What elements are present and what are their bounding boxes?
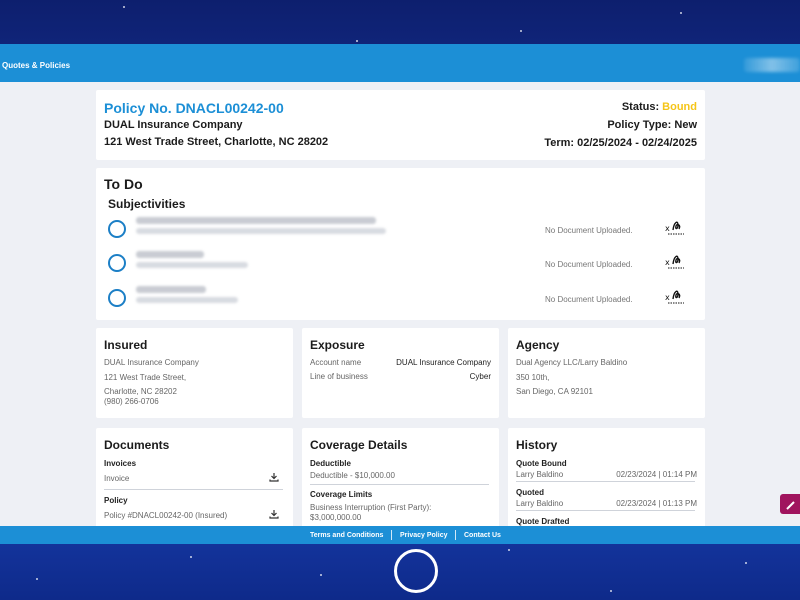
divider [104, 489, 283, 490]
subjectivity-item: No Document Uploaded. x [108, 283, 698, 313]
subjectivity-text-redacted [136, 217, 376, 224]
history-title: History [516, 438, 558, 452]
complete-checkbox[interactable] [108, 254, 126, 272]
top-navigation-bar: Quotes & Policies [0, 44, 800, 82]
home-button[interactable] [394, 549, 438, 593]
footer-separator [391, 530, 392, 540]
policy-number: Policy No. DNACL00242-00 [104, 100, 284, 116]
history-user: Larry Baldino [516, 499, 564, 508]
svg-text:x: x [665, 293, 670, 302]
subjectivity-desc-redacted [136, 262, 248, 268]
document-status: No Document Uploaded. [545, 295, 633, 304]
pencil-icon [786, 501, 795, 510]
nav-quotes-policies[interactable]: Quotes & Policies [2, 61, 70, 70]
deductible-value: Deductible - $10,000.00 [310, 471, 395, 480]
documents-title: Documents [104, 438, 170, 452]
history-event: Quoted [516, 488, 544, 497]
history-user: Larry Baldino [516, 470, 564, 479]
agency-title: Agency [516, 338, 560, 352]
agency-city: San Diego, CA 92101 [516, 387, 593, 396]
signature-icon[interactable]: x [664, 250, 686, 272]
history-card: History Quote Bound Larry Baldino 02/23/… [508, 428, 705, 526]
subjectivity-item: No Document Uploaded. x [108, 248, 698, 278]
insured-street: 121 West Trade Street, [104, 373, 187, 382]
complete-checkbox[interactable] [108, 220, 126, 238]
account-name-label: Account name [310, 358, 362, 367]
todo-card: To Do Subjectivities No Document Uploade… [96, 168, 705, 320]
status-badge: Bound [662, 101, 697, 113]
line-of-business-value: Cyber [469, 372, 491, 381]
signature-icon[interactable]: x [664, 216, 686, 238]
policy-status: Status: Bound [622, 101, 697, 113]
coverage-limit-label: Business Interruption (First Party): [310, 503, 432, 512]
invoice-link[interactable]: Invoice [104, 474, 129, 483]
subjectivity-desc-redacted [136, 228, 386, 234]
insured-card: Insured DUAL Insurance Company 121 West … [96, 328, 293, 418]
history-timestamp: 02/23/2024 | 01:13 PM [616, 499, 697, 508]
download-icon[interactable] [269, 509, 279, 519]
footer-separator [455, 530, 456, 540]
coverage-limit-value: $3,000,000.00 [310, 513, 362, 522]
status-label: Status: [621, 101, 663, 113]
divider [310, 484, 489, 485]
policy-heading: Policy [104, 496, 128, 505]
agency-street: 350 10th, [516, 373, 550, 382]
exposure-card: Exposure Account name DUAL Insurance Com… [302, 328, 499, 418]
account-name-value: DUAL Insurance Company [396, 358, 491, 367]
terms-link[interactable]: Terms and Conditions [310, 532, 383, 539]
subjectivity-text-redacted [136, 286, 206, 293]
brand-logo[interactable] [744, 58, 800, 72]
deductible-heading: Deductible [310, 459, 351, 468]
privacy-link[interactable]: Privacy Policy [400, 532, 447, 539]
contact-link[interactable]: Contact Us [464, 532, 501, 539]
complete-checkbox[interactable] [108, 289, 126, 307]
insured-city: Charlotte, NC 28202 [104, 387, 177, 396]
subjectivity-desc-redacted [136, 297, 238, 303]
agency-name: Dual Agency LLC/Larry Baldino [516, 358, 628, 367]
document-status: No Document Uploaded. [545, 226, 633, 235]
insured-phone: (980) 266-0706 [104, 397, 159, 406]
policy-address: 121 West Trade Street, Charlotte, NC 282… [104, 136, 329, 148]
coverage-details-card: Coverage Details Deductible Deductible -… [302, 428, 499, 526]
subjectivity-item: No Document Uploaded. x [108, 214, 698, 244]
agency-card: Agency Dual Agency LLC/Larry Baldino 350… [508, 328, 705, 418]
signature-icon[interactable]: x [664, 285, 686, 307]
todo-title: To Do [104, 176, 143, 192]
svg-text:x: x [665, 258, 670, 267]
policy-company: DUAL Insurance Company [104, 119, 243, 131]
exposure-title: Exposure [310, 338, 365, 352]
documents-card: Documents Invoices Invoice Policy Policy… [96, 428, 293, 526]
svg-text:x: x [665, 224, 670, 233]
insured-title: Insured [104, 338, 148, 352]
main-content: Policy No. DNACL00242-00 DUAL Insurance … [0, 82, 800, 526]
divider [516, 510, 695, 511]
edit-button[interactable] [780, 494, 800, 514]
invoices-heading: Invoices [104, 459, 137, 468]
policy-term: Term: 02/25/2024 - 02/24/2025 [544, 137, 697, 149]
document-status: No Document Uploaded. [545, 260, 633, 269]
policy-header-card: Policy No. DNACL00242-00 DUAL Insurance … [96, 90, 705, 160]
history-timestamp: 02/23/2024 | 01:14 PM [616, 470, 697, 479]
policy-type: Policy Type: New [607, 119, 697, 131]
subjectivities-heading: Subjectivities [108, 197, 186, 211]
footer-bar: Terms and Conditions Privacy Policy Cont… [0, 526, 800, 544]
history-event: Quote Bound [516, 459, 567, 468]
download-icon[interactable] [269, 472, 279, 482]
policy-document-link[interactable]: Policy #DNACL00242-00 (Insured) [104, 511, 227, 520]
line-of-business-label: Line of business [310, 372, 368, 381]
subjectivity-text-redacted [136, 251, 204, 258]
history-event: Quote Drafted [516, 517, 570, 526]
insured-name: DUAL Insurance Company [104, 358, 199, 367]
coverage-limits-heading: Coverage Limits [310, 490, 373, 499]
coverage-title: Coverage Details [310, 438, 408, 452]
divider [516, 481, 695, 482]
